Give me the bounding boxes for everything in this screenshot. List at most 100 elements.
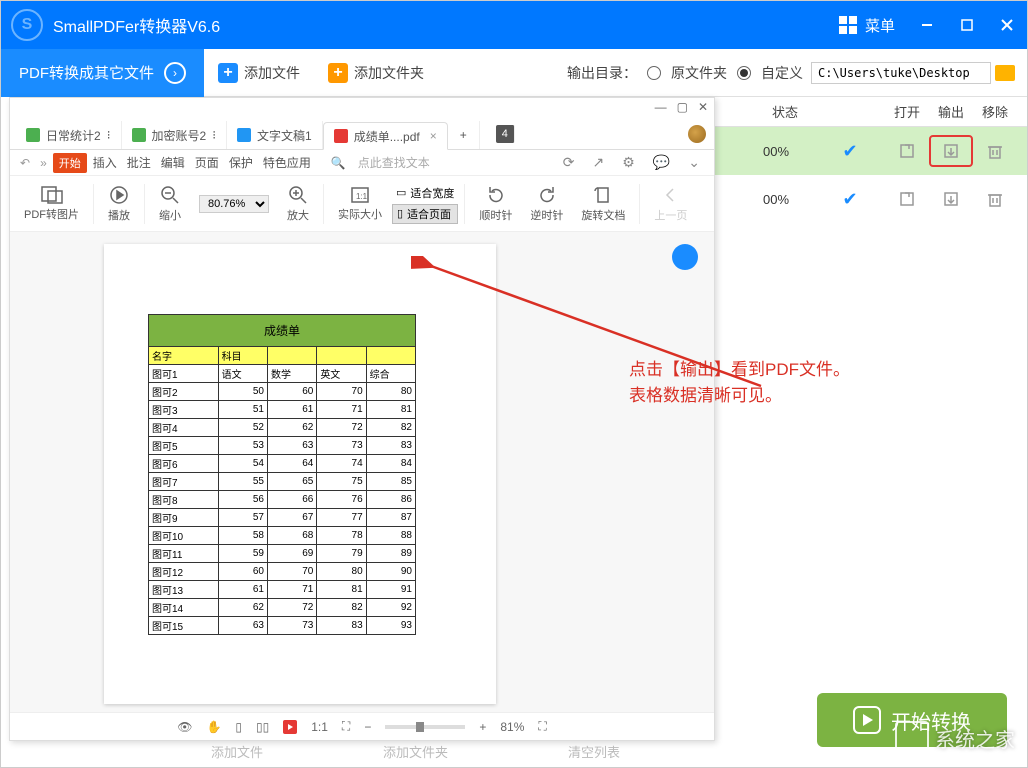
floating-action-icon[interactable] xyxy=(672,244,698,270)
menu-insert[interactable]: 插入 xyxy=(89,154,121,171)
redo-icon[interactable]: » xyxy=(36,156,51,170)
table-row: 图可654647484 xyxy=(149,455,416,473)
undo-icon[interactable]: ↶ xyxy=(16,156,34,170)
table-subheader-row: 图可1语文数学英文综合 xyxy=(149,365,416,383)
new-tab-button[interactable]: + xyxy=(448,121,480,149)
progress-value: 00% xyxy=(763,192,835,207)
pdf-viewer-window: — ▢ ✕ 日常统计2⁝ 加密账号2⁝ 文字文稿1 成绩单....pdf× + … xyxy=(9,97,715,741)
add-file-button[interactable]: + 添加文件 xyxy=(204,49,314,97)
delete-button[interactable] xyxy=(973,142,1017,160)
sync-icon[interactable]: ⟳ xyxy=(559,154,579,171)
add-file-label: 添加文件 xyxy=(244,63,300,83)
file-list-panel: 状态 打开 输出 移除 00% ✔ 00% ✔ xyxy=(711,97,1027,767)
tool-label: 放大 xyxy=(287,207,309,223)
eye-icon[interactable]: 👁 xyxy=(177,720,192,734)
minimize-button[interactable] xyxy=(907,1,947,49)
close-icon[interactable]: ✕ xyxy=(698,100,708,114)
add-folder-button[interactable]: + 添加文件夹 xyxy=(314,49,438,97)
table-row: 图可755657585 xyxy=(149,473,416,491)
fit-width-button[interactable]: ▭适合宽度 xyxy=(392,184,458,202)
fit-icon[interactable]: ⛶ xyxy=(342,719,350,734)
menu-start[interactable]: 开始 xyxy=(53,153,87,173)
open-button[interactable] xyxy=(885,142,929,160)
tab-count-badge[interactable]: 4 xyxy=(496,125,515,143)
delete-button[interactable] xyxy=(973,190,1017,208)
radio-original[interactable] xyxy=(647,66,661,80)
fullscreen-icon[interactable]: ⛶ xyxy=(538,719,546,734)
mode-label: PDF转换成其它文件 xyxy=(19,62,154,83)
zoom-select[interactable]: 80.76% xyxy=(191,195,277,213)
tab-word-doc[interactable]: 文字文稿1 xyxy=(227,121,323,149)
table-row: 00% ✔ xyxy=(711,175,1027,223)
menu-button[interactable]: 菜单 xyxy=(839,15,895,36)
tool-actual-size[interactable]: 1:1实际大小 xyxy=(330,186,390,222)
play-icon xyxy=(853,706,881,734)
close-tab-icon[interactable]: × xyxy=(430,129,437,143)
fit-page-icon: ▯ xyxy=(397,207,403,220)
avatar-icon[interactable] xyxy=(688,125,706,143)
file-icon xyxy=(237,128,251,142)
table-row: 图可856667686 xyxy=(149,491,416,509)
menu-edit[interactable]: 编辑 xyxy=(157,154,189,171)
menu-special[interactable]: 特色应用 xyxy=(259,154,315,171)
tool-zoom-out[interactable]: 缩小 xyxy=(151,185,189,223)
tab-label: 成绩单....pdf xyxy=(354,128,420,145)
search-icon: 🔍 xyxy=(327,156,350,170)
gear-icon[interactable]: ⚙ xyxy=(618,154,639,171)
close-button[interactable] xyxy=(987,1,1027,49)
tool-rotate-ccw[interactable]: 逆时针 xyxy=(522,185,571,223)
share-icon[interactable]: ↗ xyxy=(589,154,609,171)
zoom-out-icon[interactable]: − xyxy=(364,720,371,734)
main-toolbar: PDF转换成其它文件 › + 添加文件 + 添加文件夹 输出目录： 原文件夹 自… xyxy=(1,49,1027,97)
ghost-labels: 添加文件 添加文件夹 清空列表 xyxy=(211,742,620,761)
hand-icon[interactable]: ✋ xyxy=(206,720,221,734)
tab-label: 加密账号2 xyxy=(152,127,207,144)
zoom-slider[interactable] xyxy=(385,725,465,729)
tool-label: 播放 xyxy=(108,207,130,223)
table-row: 图可1159697989 xyxy=(149,545,416,563)
open-button[interactable] xyxy=(885,190,929,208)
maximize-button[interactable] xyxy=(947,1,987,49)
radio-custom[interactable] xyxy=(737,66,751,80)
title-bar: S SmallPDFer转换器V6.6 菜单 xyxy=(1,1,1027,49)
output-button[interactable] xyxy=(929,135,973,167)
output-button[interactable] xyxy=(929,190,973,208)
menu-page[interactable]: 页面 xyxy=(191,154,223,171)
watermark: 系统之家 xyxy=(895,721,1015,755)
viewer-canvas[interactable]: 成绩单 名字科目 图可1语文数学英文综合 图可250607080图可351617… xyxy=(10,232,714,712)
one-to-one-icon[interactable]: 1:1 xyxy=(311,720,328,734)
tool-rotate-cw[interactable]: 顺时针 xyxy=(471,185,520,223)
watermark-logo-icon xyxy=(895,721,929,755)
search-field[interactable]: 🔍点此查找文本 xyxy=(323,154,438,171)
outdir-label: 输出目录： xyxy=(567,63,637,83)
watermark-text: 系统之家 xyxy=(935,724,1015,753)
tool-play[interactable]: 播放 xyxy=(100,185,138,223)
fit-page-button[interactable]: ▯适合页面 xyxy=(392,204,458,224)
double-page-icon[interactable]: ▯▯ xyxy=(256,720,269,734)
tab-encrypted[interactable]: 加密账号2⁝ xyxy=(122,121,228,149)
zoom-in-icon[interactable]: + xyxy=(479,720,486,734)
mode-pdf-to-other[interactable]: PDF转换成其它文件 › xyxy=(1,49,204,97)
chevron-down-icon[interactable]: ⌄ xyxy=(684,154,704,171)
output-path-input[interactable] xyxy=(811,62,991,84)
tab-daily-stats[interactable]: 日常统计2⁝ xyxy=(16,121,122,149)
menu-comment[interactable]: 批注 xyxy=(123,154,155,171)
tool-pdf-to-image[interactable]: PDF转图片 xyxy=(16,186,87,222)
tab-scores-pdf[interactable]: 成绩单....pdf × xyxy=(323,122,448,150)
single-page-icon[interactable]: ▯ xyxy=(235,720,242,734)
viewer-window-controls: — ▢ ✕ xyxy=(655,100,708,114)
minimize-icon[interactable]: — xyxy=(655,100,667,114)
chat-icon[interactable]: 💬 xyxy=(649,154,674,171)
col-remove: 移除 xyxy=(973,102,1017,121)
output-dir-group: 输出目录： 原文件夹 自定义 xyxy=(567,63,803,83)
tool-zoom-in[interactable]: 放大 xyxy=(279,185,317,223)
table-row: 图可250607080 xyxy=(149,383,416,401)
scores-table: 成绩单 名字科目 图可1语文数学英文综合 图可250607080图可351617… xyxy=(148,314,416,635)
col-status: 状态 xyxy=(755,102,815,121)
maximize-icon[interactable]: ▢ xyxy=(677,100,688,114)
browse-folder-icon[interactable] xyxy=(995,65,1015,81)
zoom-percent: 81% xyxy=(500,720,524,734)
tool-rotate-doc[interactable]: 旋转文档 xyxy=(573,185,633,223)
menu-protect[interactable]: 保护 xyxy=(225,154,257,171)
slideshow-icon[interactable] xyxy=(283,720,297,734)
